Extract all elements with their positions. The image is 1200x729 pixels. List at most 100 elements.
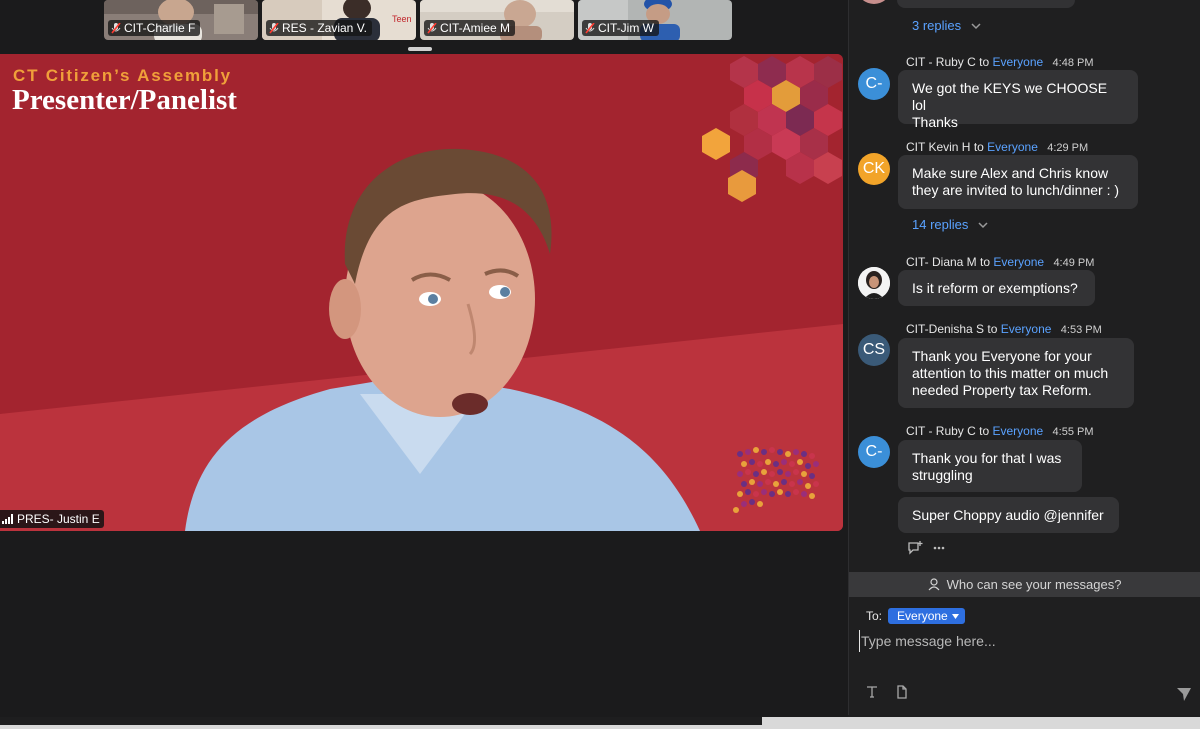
message-line: Super Choppy audio @jennifer bbox=[912, 507, 1104, 523]
to-word: to bbox=[979, 55, 990, 69]
message-time: 4:48 PM bbox=[1052, 57, 1094, 69]
message-bubble-followup[interactable]: Super Choppy audio @jennifer bbox=[898, 497, 1119, 533]
more-options-icon[interactable] bbox=[933, 546, 945, 550]
muted-mic-icon bbox=[269, 22, 279, 33]
text-format-icon[interactable] bbox=[865, 685, 879, 699]
message-line: attention to this matter on much bbox=[912, 365, 1109, 381]
participant-thumbnail-zavian[interactable]: Teen RES - Zavian V. bbox=[262, 0, 416, 40]
participant-thumbnail-strip: CIT-Charlie F Teen RES - Zavian V. CIT-A… bbox=[104, 0, 732, 40]
to-label: To: bbox=[866, 609, 883, 623]
presenter-role-title: Presenter/Panelist bbox=[12, 84, 237, 116]
message-bubble bbox=[897, 0, 1075, 8]
participant-name-label: CIT-Charlie F bbox=[108, 20, 201, 36]
to-word: to bbox=[980, 255, 991, 269]
recipient-link[interactable]: Everyone bbox=[993, 55, 1044, 69]
message-visibility-bar[interactable]: Who can see your messages? bbox=[849, 572, 1200, 597]
message-line: Make sure Alex and Chris know bbox=[912, 165, 1109, 181]
replies-count: 14 replies bbox=[912, 217, 969, 232]
avatar[interactable]: CK bbox=[858, 153, 890, 185]
message-line: Thank you Everyone for your bbox=[912, 348, 1092, 364]
active-speaker-video[interactable]: CT Citizen’s Assembly Presenter/Panelist… bbox=[0, 54, 843, 531]
caret-down-icon bbox=[951, 613, 959, 619]
message-bubble[interactable]: We got the KEYS we CHOOSE lol Thanks bbox=[898, 70, 1138, 130]
message-header: CIT - Ruby C to Everyone 4:48 PM bbox=[906, 55, 1094, 69]
recipient-link[interactable]: Everyone bbox=[993, 255, 1044, 269]
compose-toolbar bbox=[865, 685, 909, 699]
sender-name: CIT - Ruby C bbox=[906, 424, 976, 438]
svg-text:Teen: Teen bbox=[392, 14, 412, 24]
replies-toggle[interactable]: 14 replies bbox=[912, 217, 988, 232]
message-bubble[interactable]: Is it reform or exemptions? bbox=[898, 270, 1095, 306]
replies-count: 3 replies bbox=[912, 18, 962, 33]
active-speaker-label: PRES- Justin E bbox=[0, 510, 104, 528]
message-input[interactable] bbox=[859, 630, 1179, 652]
message-header: CIT- Diana M to Everyone 4:49 PM bbox=[906, 255, 1094, 269]
recipient-row: To: Everyone bbox=[866, 608, 965, 624]
message-time: 4:55 PM bbox=[1052, 426, 1094, 438]
message-line: struggling bbox=[912, 467, 973, 483]
message-line: needed Property tax Reform. bbox=[912, 382, 1092, 398]
message-time: 4:53 PM bbox=[1060, 324, 1102, 336]
participant-name: CIT-Jim W bbox=[598, 21, 654, 35]
chat-panel: 3 replies C- CIT - Ruby C to Everyone 4:… bbox=[848, 0, 1200, 715]
sender-name: CIT Kevin H bbox=[906, 140, 971, 154]
message-bubble[interactable]: Thank you for that I was struggling bbox=[898, 440, 1082, 492]
send-icon[interactable] bbox=[1175, 685, 1193, 703]
assembly-title: CT Citizen’s Assembly bbox=[13, 66, 232, 85]
avatar[interactable]: CS bbox=[858, 334, 890, 366]
participant-thumbnail-amiee[interactable]: CIT-Amiee M bbox=[420, 0, 574, 40]
recipient-link[interactable]: Everyone bbox=[987, 140, 1038, 154]
sender-name: CIT - Ruby C bbox=[906, 55, 976, 69]
signal-strength-icon bbox=[2, 514, 13, 524]
recipient-value: Everyone bbox=[897, 609, 948, 623]
message-line: Thanks bbox=[912, 114, 958, 130]
message-header: CIT-Denisha S to Everyone 4:53 PM bbox=[906, 322, 1102, 336]
participant-name: CIT-Amiee M bbox=[440, 21, 511, 35]
message-bubble[interactable]: Thank you Everyone for your attention to… bbox=[898, 338, 1134, 408]
avatar[interactable]: C- bbox=[858, 436, 890, 468]
avatar bbox=[858, 0, 890, 4]
recipient-dropdown[interactable]: Everyone bbox=[888, 608, 965, 624]
message-line: We got the KEYS we CHOOSE lol bbox=[912, 80, 1108, 113]
chevron-down-icon bbox=[971, 22, 981, 29]
window-bottom-edge bbox=[0, 717, 1200, 729]
to-word: to bbox=[979, 424, 990, 438]
message-header: CIT - Ruby C to Everyone 4:55 PM bbox=[906, 424, 1094, 438]
avatar[interactable]: C- bbox=[858, 68, 890, 100]
to-word: to bbox=[973, 140, 984, 154]
visibility-notice: Who can see your messages? bbox=[946, 577, 1122, 592]
recipient-link[interactable]: Everyone bbox=[1001, 322, 1052, 336]
message-time: 4:29 PM bbox=[1047, 142, 1089, 154]
participant-name-label: CIT-Amiee M bbox=[424, 20, 516, 36]
message-line: they are invited to lunch/dinner : ) bbox=[912, 182, 1120, 198]
message-header: CIT Kevin H to Everyone 4:29 PM bbox=[906, 140, 1088, 154]
recipient-link[interactable]: Everyone bbox=[993, 424, 1044, 438]
replies-toggle[interactable]: 3 replies bbox=[912, 18, 981, 33]
participant-thumbnail-jim[interactable]: CIT-Jim W bbox=[578, 0, 732, 40]
meeting-area: CIT-Charlie F Teen RES - Zavian V. CIT-A… bbox=[0, 0, 848, 719]
chat-compose-area: To: Everyone bbox=[849, 597, 1200, 715]
speaker-video-frame bbox=[0, 54, 843, 531]
participant-thumbnail-charlie[interactable]: CIT-Charlie F bbox=[104, 0, 258, 40]
chat-message-list[interactable]: 3 replies C- CIT - Ruby C to Everyone 4:… bbox=[849, 0, 1200, 572]
participant-name: RES - Zavian V. bbox=[282, 21, 367, 35]
gallery-resize-handle[interactable] bbox=[408, 47, 432, 51]
muted-mic-icon bbox=[111, 22, 121, 33]
message-line: Thank you for that I was bbox=[912, 450, 1062, 466]
participant-name-label: CIT-Jim W bbox=[582, 20, 659, 36]
to-word: to bbox=[987, 322, 998, 336]
avatar-photo[interactable] bbox=[858, 267, 890, 299]
person-visibility-icon bbox=[928, 578, 940, 591]
reply-in-thread-icon[interactable] bbox=[907, 541, 923, 555]
message-bubble[interactable]: Make sure Alex and Chris know they are i… bbox=[898, 155, 1138, 209]
file-attach-icon[interactable] bbox=[895, 685, 909, 699]
chevron-down-icon bbox=[978, 221, 988, 228]
message-time: 4:49 PM bbox=[1053, 257, 1095, 269]
message-line: Is it reform or exemptions? bbox=[912, 280, 1078, 296]
sender-name: CIT-Denisha S bbox=[906, 322, 985, 336]
profile-photo bbox=[858, 267, 890, 299]
muted-mic-icon bbox=[427, 22, 437, 33]
message-actions bbox=[907, 541, 945, 555]
sender-name: CIT- Diana M bbox=[906, 255, 977, 269]
participant-name-label: RES - Zavian V. bbox=[266, 20, 372, 36]
